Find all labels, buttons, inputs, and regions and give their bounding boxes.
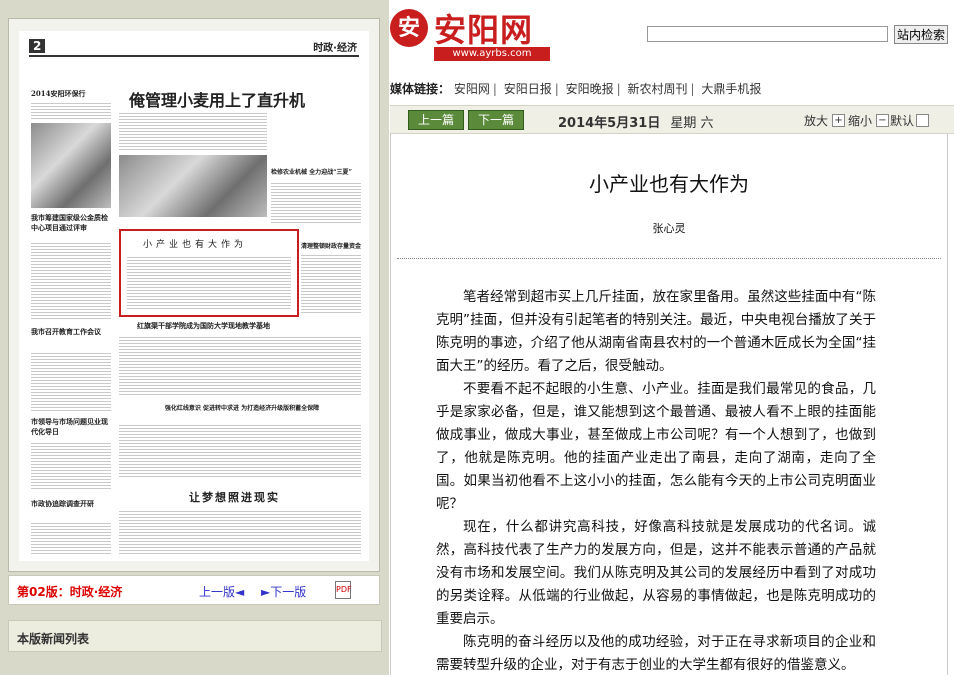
np-text-block (301, 253, 361, 313)
media-link-new-village-weekly[interactable]: 新农村周刊 (628, 82, 688, 96)
zoom-out-icon[interactable]: − (876, 114, 889, 127)
search-button[interactable]: 站内检索 (894, 25, 948, 44)
np-headline-main: 俺管理小麦用上了直升机 (129, 91, 306, 110)
article-paragraph: 现在，什么都讲究高科技，好像高科技就是发展成功的代名词。诚然，高科技代表了生产力… (436, 519, 876, 627)
search-input[interactable] (647, 26, 888, 42)
logo-url: www.ayrbs.com (434, 47, 550, 61)
np-text-block (31, 101, 111, 121)
issue-date-value: 2014年5月31日 (558, 116, 661, 131)
default-size-checkbox[interactable] (916, 114, 929, 127)
media-link-anyang-net[interactable]: 安阳网 (454, 82, 490, 96)
np-headline-right2: 清理整顿财政存量资金 (301, 243, 362, 250)
media-link-mobile-paper[interactable]: 大鼎手机报 (701, 82, 761, 96)
np-text-block (119, 111, 267, 151)
newspaper-page-frame: 2 时政·经济 2014安阳环保行 我市筹建国家级公金质检中心项目通过评审 我市… (8, 18, 380, 572)
np-text-block (119, 509, 361, 555)
np-text-block (119, 423, 361, 479)
media-link-anyang-daily[interactable]: 安阳日报 (504, 82, 552, 96)
np-photo-environment (31, 123, 111, 208)
article-title: 小产业也有大作为 (589, 172, 749, 196)
next-page-link[interactable]: ►下一版 (261, 583, 306, 600)
np-text-block (31, 351, 111, 411)
newspaper-page-image[interactable]: 2 时政·经济 2014安阳环保行 我市筹建国家级公金质检中心项目通过评审 我市… (19, 31, 369, 561)
prev-article-button[interactable]: 上一篇 (408, 110, 464, 130)
page-nav-bar: 第02版：时政·经济 上一版◄ ►下一版 PDF (8, 575, 380, 605)
zoom-in-label[interactable]: 放大 (804, 112, 828, 129)
np-highlighted-article[interactable]: 小产业也有大作为 (119, 229, 299, 317)
zoom-out-label[interactable]: 缩小 (848, 112, 872, 129)
np-text-block (31, 241, 111, 321)
article-panel: 小产业也有大作为 张心灵 笔者经常到超市买上几斤挂面，放在家里备用。虽然这些挂面… (390, 134, 948, 675)
article-author: 张心灵 (652, 222, 686, 235)
page-number: 2 (29, 39, 46, 53)
article-paragraph: 陈克明的奋斗经历以及他的成功经验，对于正在寻求新项目的企业和需要转型升级的企业，… (436, 634, 876, 673)
np-text-block (31, 441, 111, 491)
np-headline-bottom: 让梦想照进现实 (189, 491, 280, 504)
article-body: 笔者经常到超市买上几斤挂面，放在家里备用。虽然这些挂面中有“陈克明”挂面，但并没… (436, 286, 876, 677)
default-size-label[interactable]: 默认 (890, 112, 914, 129)
logo-seal-icon: 安 (390, 9, 428, 47)
np-headline-side1: 2014安阳环保行 (31, 89, 86, 98)
np-text-block (127, 255, 291, 309)
media-links-label: 媒体链接： (390, 82, 451, 96)
prev-page-link[interactable]: 上一版◄ (199, 583, 244, 600)
np-headline-side2: 我市筹建国家级公金质检中心项目通过评审 (31, 213, 108, 232)
page-header: 2 时政·经济 (29, 39, 359, 57)
np-headline-left4: 市领导与市场问题见业现代化导日 (31, 417, 108, 436)
pdf-icon[interactable]: PDF (335, 581, 352, 599)
issue-date: 2014年5月31日 星期 六 (558, 112, 713, 131)
issue-weekday: 星期 六 (670, 116, 714, 131)
np-headline-left5: 市政协追踪调查开研 (31, 499, 94, 508)
divider (397, 258, 941, 259)
page-section: 时政·经济 (313, 43, 357, 54)
np-text-block (119, 335, 361, 395)
next-article-button[interactable]: 下一篇 (468, 110, 524, 130)
np-headline-right1: 检修农业机械 全力迎战“三夏” (271, 169, 352, 176)
np-headline-side3: 我市召开教育工作会议 (31, 327, 101, 336)
np-photo-helicopter (119, 155, 267, 217)
news-list-title: 本版新闻列表 (17, 632, 90, 646)
np-text-block (271, 181, 361, 225)
article-paragraph: 不要看不起不起眼的小生意、小产业。挂面是我们最常见的食品，几乎是家家必备，但是，… (436, 381, 876, 512)
zoom-in-icon[interactable]: + (832, 114, 845, 127)
media-link-anyang-evening[interactable]: 安阳晚报 (566, 82, 614, 96)
media-links: 媒体链接： 安阳网 | 安阳日报 | 安阳晚报 | 新农村周刊 | 大鼎手机报 (390, 82, 762, 96)
np-headline-mid: 红旗渠干部学院成为国防大学现地教学基地 (137, 321, 270, 330)
news-list-panel: 本版新闻列表 (8, 620, 382, 652)
current-version-label: 第02版：时政·经济 (17, 585, 123, 599)
np-text-block (31, 521, 111, 555)
logo-text: 安阳网 (434, 11, 534, 49)
article-toolbar: 上一篇 下一篇 2014年5月31日 星期 六 放大 + 缩小 − 默认 (390, 105, 954, 134)
article-paragraph: 笔者经常到超市买上几斤挂面，放在家里备用。虽然这些挂面中有“陈克明”挂面，但并没… (436, 289, 876, 374)
newspaper-panel: 2 时政·经济 2014安阳环保行 我市筹建国家级公金质检中心项目通过评审 我市… (0, 0, 389, 675)
np-headline-mid2: 强化红线意识 促进转中求进 为打造经济升级版积蓄全保障 (164, 405, 320, 412)
site-logo[interactable]: 安 安阳网 www.ayrbs.com (390, 5, 554, 63)
np-headline-highlight: 小产业也有大作为 (143, 240, 248, 250)
